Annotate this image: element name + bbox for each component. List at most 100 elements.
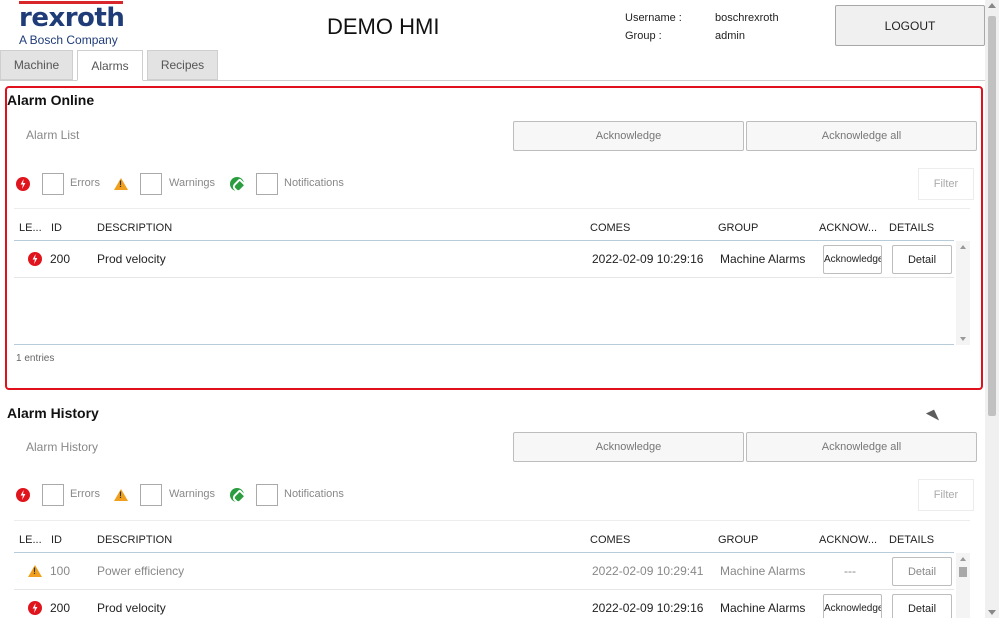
user-info: Username : boschrexroth Group : admin xyxy=(625,9,779,45)
acknowledge-all-button[interactable]: Acknowledge all xyxy=(746,121,977,151)
alarm-description: Power efficiency xyxy=(97,564,185,578)
table-header: LE... ID DESCRIPTION COMES GROUP ACKNOW.… xyxy=(14,209,954,241)
history-acknowledge-all-button[interactable]: Acknowledge all xyxy=(746,432,977,462)
rexroth-logo: rexroth A Bosch Company xyxy=(19,1,125,47)
col-description[interactable]: DESCRIPTION xyxy=(97,222,172,234)
warning-icon xyxy=(28,565,42,577)
warning-icon xyxy=(114,178,128,190)
history-notifications-checkbox[interactable] xyxy=(256,484,278,506)
col-level[interactable]: LE... xyxy=(19,222,42,234)
col-details[interactable]: DETAILS xyxy=(889,534,934,546)
notification-icon xyxy=(230,488,244,502)
errors-label: Errors xyxy=(70,177,100,189)
alarm-description: Prod velocity xyxy=(97,601,166,615)
row-detail-button[interactable]: Detail xyxy=(892,245,952,274)
alarm-comes: 2022-02-09 10:29:41 xyxy=(592,564,704,578)
tab-recipes[interactable]: Recipes xyxy=(147,50,218,80)
col-id[interactable]: ID xyxy=(51,222,62,234)
tab-bar: Machine Alarms Recipes xyxy=(0,50,985,81)
history-warnings-checkbox[interactable] xyxy=(140,484,162,506)
alarm-ack-status: --- xyxy=(844,564,856,578)
history-filter-button[interactable]: Filter xyxy=(918,479,974,511)
alarm-comes: 2022-02-09 10:29:16 xyxy=(592,252,704,266)
group-value: admin xyxy=(715,30,745,42)
table-row[interactable]: 200 Prod velocity 2022-02-09 10:29:16 Ma… xyxy=(14,590,954,618)
alarm-id: 200 xyxy=(50,252,71,266)
alarm-history-list-title: Alarm History xyxy=(26,440,99,454)
col-comes[interactable]: COMES xyxy=(590,222,630,234)
table-footer-line xyxy=(14,344,954,345)
mouse-cursor-icon xyxy=(925,409,940,425)
acknowledge-button[interactable]: Acknowledge xyxy=(513,121,744,151)
tab-alarms[interactable]: Alarms xyxy=(77,50,143,81)
error-icon xyxy=(28,252,42,266)
alarm-list-title: Alarm List xyxy=(26,128,80,142)
col-details[interactable]: DETAILS xyxy=(889,222,934,234)
table-scrollbar[interactable] xyxy=(956,241,970,345)
history-acknowledge-button[interactable]: Acknowledge xyxy=(513,432,744,462)
alarm-history-title: Alarm History xyxy=(7,405,99,421)
errors-checkbox[interactable] xyxy=(42,173,64,195)
alarm-id: 100 xyxy=(50,564,71,578)
tab-machine[interactable]: Machine xyxy=(0,50,73,80)
alarm-online-title: Alarm Online xyxy=(7,92,95,108)
error-icon xyxy=(28,601,42,615)
username-label: Username : xyxy=(625,12,682,24)
scroll-up-icon[interactable] xyxy=(988,3,996,8)
col-group[interactable]: GROUP xyxy=(718,222,758,234)
error-icon xyxy=(16,177,30,191)
col-comes[interactable]: COMES xyxy=(590,534,630,546)
col-acknowledge[interactable]: ACKNOW... xyxy=(819,534,877,546)
scroll-down-icon[interactable] xyxy=(988,610,996,615)
row-detail-button[interactable]: Detail xyxy=(892,557,952,586)
history-errors-checkbox[interactable] xyxy=(42,484,64,506)
table-row[interactable]: 200 Prod velocity 2022-02-09 10:29:16 Ma… xyxy=(14,241,954,278)
notification-icon xyxy=(230,177,244,191)
alarm-online-table: LE... ID DESCRIPTION COMES GROUP ACKNOW.… xyxy=(14,208,970,346)
col-level[interactable]: LE... xyxy=(19,534,42,546)
filter-button[interactable]: Filter xyxy=(918,168,974,200)
scroll-up-icon[interactable] xyxy=(960,245,966,249)
row-acknowledge-button[interactable]: Acknowledge xyxy=(823,245,882,274)
scroll-up-icon[interactable] xyxy=(960,557,966,561)
notifications-checkbox[interactable] xyxy=(256,173,278,195)
notifications-label: Notifications xyxy=(284,177,344,189)
filter-row: Errors Warnings Notifications xyxy=(16,172,976,196)
logo-subtitle: A Bosch Company xyxy=(19,33,118,47)
col-group[interactable]: GROUP xyxy=(718,534,758,546)
alarm-comes: 2022-02-09 10:29:16 xyxy=(592,601,704,615)
scroll-thumb[interactable] xyxy=(988,16,996,416)
table-scrollbar[interactable] xyxy=(956,553,970,618)
page-scrollbar[interactable] xyxy=(985,0,999,618)
alarm-group: Machine Alarms xyxy=(720,252,806,266)
group-label: Group : xyxy=(625,30,662,42)
alarm-id: 200 xyxy=(50,601,71,615)
history-warnings-label: Warnings xyxy=(169,488,216,500)
alarm-group: Machine Alarms xyxy=(720,601,806,615)
col-acknowledge[interactable]: ACKNOW... xyxy=(819,222,877,234)
row-acknowledge-button[interactable]: Acknowledge xyxy=(823,594,882,618)
history-filter-row: Errors Warnings Notifications xyxy=(16,483,976,507)
logo-accent-bar xyxy=(19,1,123,4)
warnings-label: Warnings xyxy=(169,177,216,189)
history-errors-label: Errors xyxy=(70,488,100,500)
username-value: boschrexroth xyxy=(715,12,779,24)
warnings-checkbox[interactable] xyxy=(140,173,162,195)
row-detail-button[interactable]: Detail xyxy=(892,594,952,618)
alarm-history-table: LE... ID DESCRIPTION COMES GROUP ACKNOW.… xyxy=(14,520,970,618)
alarm-description: Prod velocity xyxy=(97,252,166,266)
col-id[interactable]: ID xyxy=(51,534,62,546)
logo-name: rexroth xyxy=(19,3,125,33)
logout-button[interactable]: LOGOUT xyxy=(835,5,985,46)
entries-count: 1 entries xyxy=(16,353,55,364)
scroll-down-icon[interactable] xyxy=(960,337,966,341)
table-header: LE... ID DESCRIPTION COMES GROUP ACKNOW.… xyxy=(14,521,954,553)
error-icon xyxy=(16,488,30,502)
warning-icon xyxy=(114,489,128,501)
history-notifications-label: Notifications xyxy=(284,488,344,500)
scroll-thumb[interactable] xyxy=(959,567,967,577)
table-row[interactable]: 100 Power efficiency 2022-02-09 10:29:41… xyxy=(14,553,954,590)
col-description[interactable]: DESCRIPTION xyxy=(97,534,172,546)
alarm-group: Machine Alarms xyxy=(720,564,806,578)
app-title: DEMO HMI xyxy=(327,14,440,39)
